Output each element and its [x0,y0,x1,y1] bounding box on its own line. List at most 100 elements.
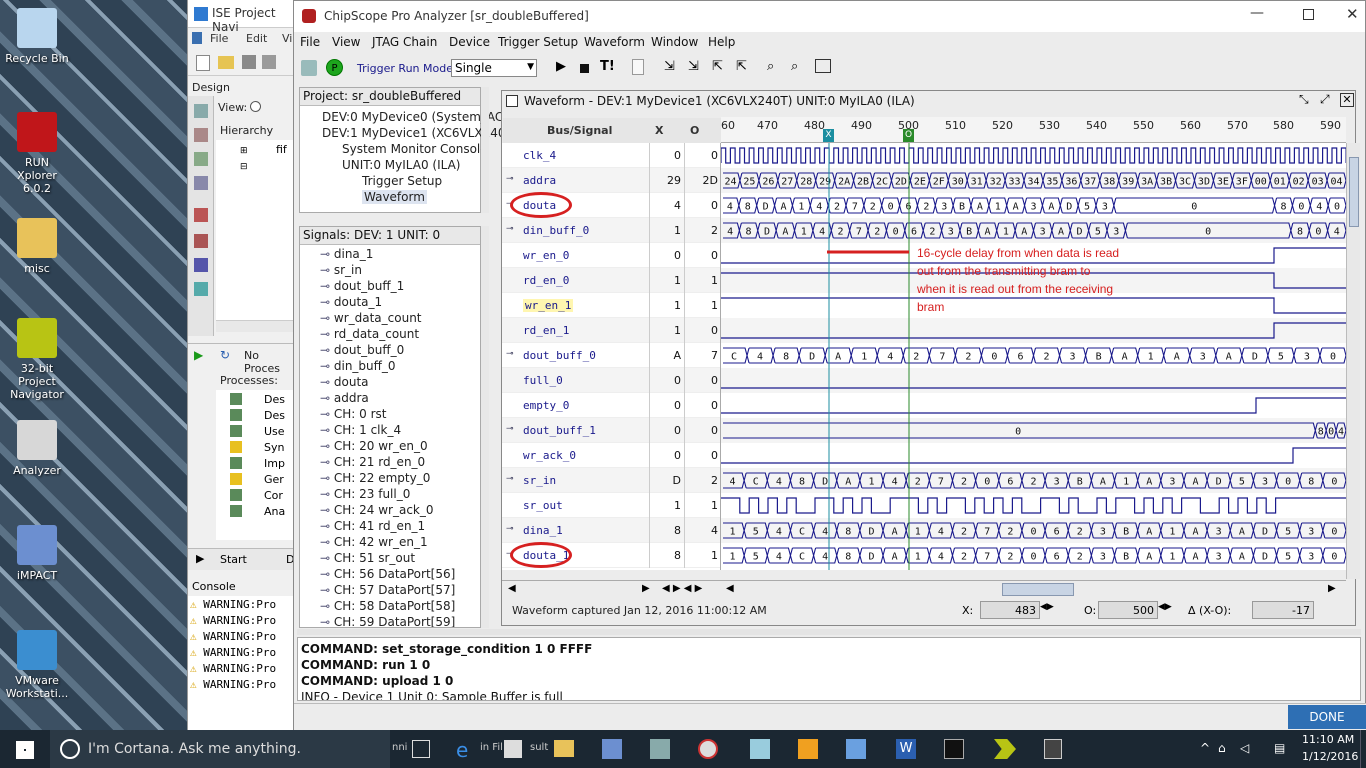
run-trigger-icon[interactable]: ▶ [556,59,566,74]
signal-row[interactable]: ⊸ din_buff_0 1 2 [502,218,720,243]
trigger-immediate-icon[interactable]: T! [600,59,615,74]
expand-bus-icon[interactable]: ⊸ [506,474,514,484]
vmware-taskbar-icon[interactable] [798,739,818,759]
ise-menu-file[interactable]: File [210,32,228,45]
tree-item[interactable]: fif [276,143,287,156]
signal-list-item[interactable]: ⊸ CH: 24 wr_ack_0 [320,503,434,517]
expand-bus-icon[interactable]: ⊸ [506,524,514,534]
cortana-search[interactable]: I'm Cortana. Ask me anything. [50,730,390,768]
process-item[interactable]: Ana [216,504,297,519]
cursor-icon[interactable]: ⇲ [688,59,699,74]
signal-row[interactable]: wr_ack_0 0 0 [502,443,720,468]
restore-icon[interactable]: ⤡ [1299,92,1309,107]
signal-row[interactable]: rd_en_0 1 1 [502,268,720,293]
store-icon[interactable] [504,740,522,758]
signal-list-item[interactable]: ⊸ CH: 23 full_0 [320,487,410,501]
expand-icon[interactable]: ⊟ [240,162,248,172]
hscroll-thumb[interactable] [1002,583,1074,596]
signal-list-item[interactable]: ⊸ dout_buff_1 [320,279,404,293]
project-tree-item[interactable]: DEV:0 MyDevice0 (System_AC [322,110,503,124]
project-tree-item[interactable]: DEV:1 MyDevice1 (XC6VLX240 [322,126,506,140]
signal-row[interactable]: ⊸ sr_in D 2 [502,468,720,493]
app-icon[interactable] [750,739,770,759]
expand-bus-icon[interactable]: ⊸ [506,349,514,359]
side-tool-icon[interactable] [194,176,208,190]
side-tool-icon[interactable] [194,152,208,166]
menu-view[interactable]: View [332,35,360,49]
clock-date[interactable]: 1/12/2016 [1302,750,1358,763]
signal-list-item[interactable]: ⊸ rd_data_count [320,327,419,341]
menu-window[interactable]: Window [651,35,698,49]
minimize-button[interactable]: — [1250,5,1264,21]
open-cable-icon[interactable]: P [326,59,343,76]
ise-menu-edit[interactable]: Edit [246,32,267,45]
side-tool-icon[interactable] [194,282,208,296]
desktop-icon[interactable]: iMPACT [4,525,70,582]
waveform-vscrollbar[interactable] [1346,143,1360,579]
ise-menu-view[interactable]: Vi [282,32,292,45]
close-panel-icon[interactable]: ✕ [1340,93,1354,107]
project-tree-item[interactable]: Trigger Setup [362,174,442,188]
desktop-icon[interactable]: Analyzer [4,420,70,477]
o-cursor-stepper[interactable]: ◀▶ [1158,602,1172,612]
ise-project-navigator-window[interactable]: ISE Project Navi File Edit Vi Design Vie… [187,0,297,730]
network-icon[interactable]: ⌂ [1218,741,1226,755]
signal-list-item[interactable]: ⊸ douta_1 [320,295,382,309]
desktop-icon[interactable]: misc [4,218,70,275]
process-item[interactable]: Use [216,424,297,439]
signal-row[interactable]: clk_4 0 0 [502,143,720,168]
desktop-icon[interactable]: VMware Workstati... [4,630,70,700]
cursor-icon[interactable]: ⇱ [712,59,723,74]
expand-icon[interactable]: ⊞ [240,146,248,156]
signal-row[interactable]: full_0 0 0 [502,368,720,393]
menu-trigger-setup[interactable]: Trigger Setup [498,35,578,49]
signal-row[interactable]: empty_0 0 0 [502,393,720,418]
expand-bus-icon[interactable]: ⊸ [506,424,514,434]
close-button[interactable]: ✕ [1346,5,1359,23]
start-tab[interactable]: Start [220,553,247,566]
side-tool-icon[interactable] [194,208,208,222]
signal-list-item[interactable]: ⊸ CH: 21 rd_en_0 [320,455,425,469]
trigger-run-mode-select[interactable]: Single ▼ [451,59,537,77]
signal-row[interactable]: ⊸ douta 4 0 [502,192,720,218]
view-radio[interactable] [250,101,261,112]
x-cursor-marker[interactable]: X [823,129,834,142]
process-item[interactable]: Cor [216,488,297,503]
side-tool-icon[interactable] [194,104,208,118]
scroll-right-icon[interactable]: ▶ [1328,583,1336,594]
tray-chevron-icon[interactable]: ^ [1200,741,1210,755]
zoom-out-icon[interactable]: ⌕ [791,59,798,74]
signal-list-item[interactable]: ⊸ wr_data_count [320,311,422,325]
process-item[interactable]: Des [216,408,297,423]
signal-row[interactable]: wr_en_1 1 1 [502,293,720,318]
waveform-display[interactable]: 24 25 26 27 28 29 2A 2B 2C 2D 2E 2F 30 31 32 33 34 35 36 37… [721,143,1346,570]
signal-list-item[interactable]: ⊸ din_buff_0 [320,359,396,373]
file-explorer-icon[interactable] [554,740,574,757]
word-icon[interactable]: W [896,739,916,759]
side-tool-icon[interactable] [194,234,208,248]
side-tool-icon[interactable] [194,258,208,272]
volume-icon[interactable]: ◁ [1240,741,1249,755]
scroll-right-icon[interactable]: ▶ [642,583,650,594]
menu-file[interactable]: File [300,35,320,49]
signal-list-item[interactable]: ⊸ dina_1 [320,247,373,261]
analyzer-taskbar-icon[interactable] [698,739,718,759]
process-item[interactable]: Syn [216,440,297,455]
menu-help[interactable]: Help [708,35,735,49]
o-cursor-value[interactable]: 500 [1098,601,1158,619]
signal-list-item[interactable]: ⊸ CH: 51 sr_out [320,551,415,565]
signal-row[interactable]: sr_out 1 1 [502,493,720,518]
project-tree-item[interactable]: System Monitor Console [342,142,488,156]
signal-list-item[interactable]: ⊸ dout_buff_0 [320,343,404,357]
menu-waveform[interactable]: Waveform [584,35,645,49]
process-item[interactable]: Des [216,392,297,407]
hierarchy-scrollbar[interactable] [216,320,297,332]
desktop-icon[interactable]: Recycle Bin [4,8,70,65]
x-cursor-stepper[interactable]: ◀▶ [1040,602,1054,612]
project-tree-item[interactable]: UNIT:0 MyILA0 (ILA) [342,158,461,172]
x-cursor-value[interactable]: 483 [980,601,1040,619]
o-cursor-marker[interactable]: O [903,129,914,142]
rerun-icon[interactable]: ↻ [220,348,230,362]
scroll-left-icon[interactable]: ◀ [508,583,516,594]
task-view-icon[interactable] [412,740,430,758]
